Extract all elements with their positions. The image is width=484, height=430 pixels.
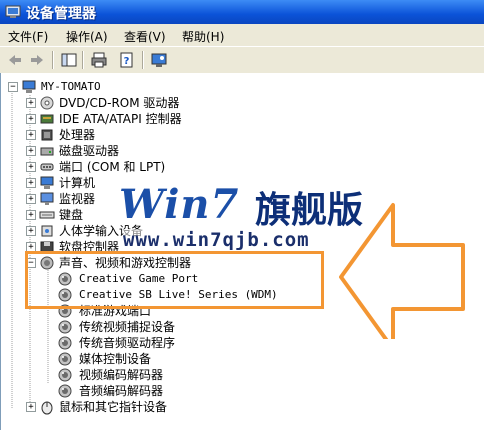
processor-icon — [41, 129, 53, 141]
computer-icon — [22, 80, 36, 93]
toolbar-separator — [52, 51, 54, 69]
expand-toggle[interactable]: + — [26, 114, 36, 124]
sound-device-label: 音频编码解码器 — [79, 384, 164, 398]
menu-view[interactable]: 查看(V) — [124, 28, 166, 45]
tree-item-label: 处理器 — [59, 128, 96, 142]
title-bar[interactable]: 设备管理器 — [0, 0, 484, 24]
back-arrow-icon[interactable] — [6, 51, 24, 69]
sound-device-label: 传统音频驱动程序 — [79, 336, 176, 350]
cdrom-icon — [40, 96, 54, 110]
sound-device-item[interactable]: 音频编码解码器 — [1, 383, 321, 399]
tree-item-label: 计算机 — [59, 176, 96, 190]
tree-root[interactable]: − MY-TOMATO — [1, 79, 301, 95]
toolbar: ? — [0, 46, 484, 74]
pointer-arrow-icon — [339, 203, 465, 339]
expand-toggle[interactable]: + — [26, 162, 36, 172]
mouse-icon — [41, 401, 53, 415]
device-manager-icon — [5, 5, 21, 18]
sound-device-label: 媒体控制设备 — [79, 352, 152, 366]
highlight-box — [25, 251, 324, 309]
scan-hardware-icon[interactable] — [150, 51, 168, 69]
tree-item-label: 端口 (COM 和 LPT) — [59, 160, 166, 174]
tree-item-label: 键盘 — [59, 208, 84, 222]
svg-text:?: ? — [124, 56, 130, 67]
computer-icon — [40, 176, 54, 189]
keyboard-icon — [39, 211, 55, 219]
watermark-url: www.win7qjb.com — [123, 229, 310, 251]
tree-item-label: 监视器 — [59, 192, 96, 206]
expand-toggle[interactable]: + — [26, 98, 36, 108]
root-label: MY-TOMATO — [41, 80, 101, 93]
window-title: 设备管理器 — [26, 6, 96, 22]
device-tree[interactable]: − MY-TOMATO + DVD/CD-ROM 驱动器 + IDE ATA/ATAP… — [0, 73, 484, 430]
tree-item[interactable]: + DVD/CD-ROM 驱动器 — [1, 95, 301, 111]
tree-item[interactable]: + 端口 (COM 和 LPT) — [1, 159, 301, 175]
sound-device-icon — [58, 352, 72, 366]
sound-device-item[interactable]: 传统音频驱动程序 — [1, 335, 321, 351]
expand-toggle[interactable]: + — [26, 210, 36, 220]
expand-toggle[interactable]: + — [26, 146, 36, 156]
collapse-toggle[interactable]: − — [8, 82, 18, 92]
ide-controller-icon — [40, 114, 54, 124]
sound-device-label: 视频编码解码器 — [79, 368, 164, 382]
sound-device-label: 传统视频捕捉设备 — [79, 320, 176, 334]
print-icon[interactable] — [90, 51, 108, 69]
sound-device-icon — [58, 336, 72, 350]
properties-icon[interactable]: ? — [118, 51, 136, 69]
toolbar-separator — [142, 51, 144, 69]
show-hide-tree-icon[interactable] — [60, 51, 78, 69]
tree-item[interactable]: + 处理器 — [1, 127, 301, 143]
tree-item[interactable]: + IDE ATA/ATAPI 控制器 — [1, 111, 301, 127]
sound-device-item[interactable]: 传统视频捕捉设备 — [1, 319, 321, 335]
menu-help[interactable]: 帮助(H) — [182, 28, 224, 45]
menu-file[interactable]: 文件(F) — [8, 28, 48, 45]
disk-drive-icon — [40, 147, 54, 156]
toolbar-separator — [82, 51, 84, 69]
forward-arrow-icon[interactable] — [28, 51, 46, 69]
expand-toggle[interactable]: + — [26, 402, 36, 412]
menu-action[interactable]: 操作(A) — [66, 28, 108, 45]
sound-device-item[interactable]: 视频编码解码器 — [1, 367, 321, 383]
tree-item-label: 磁盘驱动器 — [59, 144, 120, 158]
expand-toggle[interactable]: + — [26, 178, 36, 188]
expand-toggle[interactable]: + — [26, 226, 36, 236]
tree-item-mouse[interactable]: + 鼠标和其它指针设备 — [1, 399, 301, 415]
tree-item[interactable]: + 磁盘驱动器 — [1, 143, 301, 159]
menu-bar: 文件(F) 操作(A) 查看(V) 帮助(H) — [0, 24, 484, 46]
monitor-icon — [40, 192, 54, 205]
expand-toggle[interactable]: + — [26, 194, 36, 204]
tree-item-label: 鼠标和其它指针设备 — [59, 400, 168, 414]
hid-icon — [41, 225, 53, 237]
watermark-logo: Win7 — [119, 181, 240, 228]
tree-item-label: DVD/CD-ROM 驱动器 — [59, 96, 180, 110]
expand-toggle[interactable]: + — [26, 130, 36, 140]
port-icon — [40, 163, 54, 171]
sound-device-icon — [58, 384, 72, 398]
tree-item-label: IDE ATA/ATAPI 控制器 — [59, 112, 182, 126]
sound-device-icon — [58, 320, 72, 334]
sound-device-item[interactable]: 媒体控制设备 — [1, 351, 321, 367]
sound-device-icon — [58, 368, 72, 382]
